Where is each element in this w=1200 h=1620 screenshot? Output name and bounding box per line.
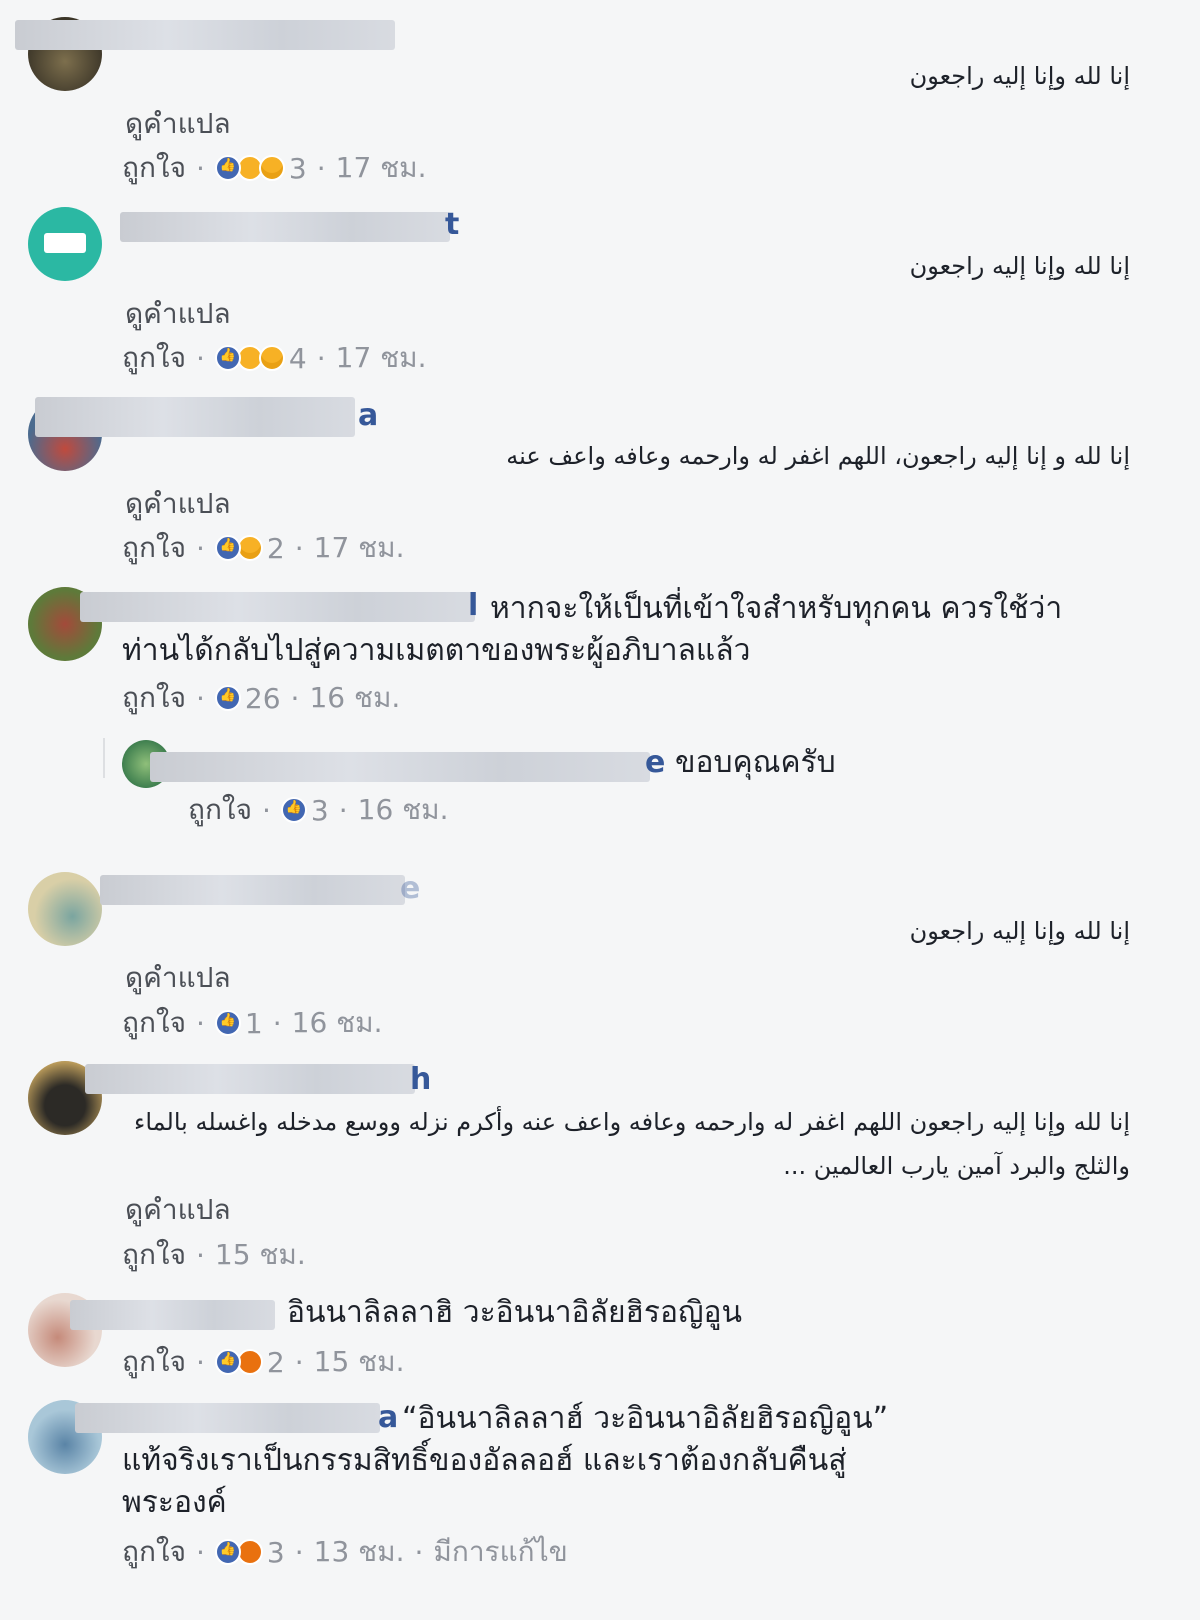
like-reaction-icon — [280, 797, 307, 823]
see-translation-link[interactable]: ดูคำแปล — [125, 1188, 231, 1232]
comment-text: “อินนาลิลลาฮ์ วะอินนาอิลัยฮิรอญิอูน” แท้… — [122, 1401, 889, 1520]
reactions-summary[interactable] — [214, 1010, 241, 1036]
commenter-name[interactable] — [15, 20, 395, 50]
comment-text: إنا لله وإنا إليه راجعون — [909, 917, 1130, 945]
avatar[interactable] — [28, 872, 102, 946]
commenter-name[interactable] — [85, 1064, 415, 1094]
reaction-count[interactable]: 3 — [289, 152, 307, 185]
comment-actions: ถูกใจ · 2 · 17 ชม. — [122, 526, 405, 570]
reaction-count[interactable]: 2 — [267, 532, 285, 565]
commenter-name-tail[interactable]: h — [410, 1062, 431, 1097]
comment-text: إنا لله وإنا إليه راجعون — [909, 252, 1130, 280]
like-reaction-icon — [214, 1539, 241, 1565]
like-reaction-icon — [214, 345, 241, 371]
like-button[interactable]: ถูกใจ — [122, 1233, 186, 1277]
commenter-name[interactable] — [120, 212, 450, 242]
commenter-name[interactable] — [35, 397, 355, 437]
comment-actions: ถูกใจ · 26 · 16 ชม. — [122, 676, 400, 720]
comment-text: อินนาลิลลาฮิ วะอินนาอิลัยฮิรอญิอูน — [287, 1295, 743, 1330]
timestamp[interactable]: 16 ชม. — [309, 676, 400, 720]
reactions-summary[interactable] — [214, 685, 241, 711]
reply-thread-line — [103, 738, 105, 778]
like-button[interactable]: ถูกใจ — [122, 1340, 186, 1384]
like-reaction-icon — [214, 1010, 241, 1036]
comment-text: หากจะให้เป็นที่เข้าใจสำหรับทุกคน ควรใช้ว… — [122, 591, 1063, 668]
comment-text: إنا لله و إنا إليه راجعون، اللهم اغفر له… — [506, 442, 1130, 470]
reactions-summary[interactable] — [280, 797, 307, 823]
timestamp[interactable]: 15 ชม. — [314, 1340, 405, 1384]
reply-name[interactable] — [150, 752, 650, 782]
see-translation-link[interactable]: ดูคำแปล — [125, 482, 231, 526]
reactions-summary[interactable] — [214, 1349, 263, 1375]
commenter-name-tail[interactable]: a — [358, 398, 378, 433]
reply-actions: ถูกใจ · 3 · 16 ชม. — [188, 788, 449, 832]
comment-text: إنا لله وإنا إليه راجعون — [909, 62, 1130, 90]
commenter-name[interactable] — [70, 1300, 275, 1330]
commenter-name-tail[interactable]: e — [400, 871, 420, 906]
commenter-name-tail[interactable]: t — [445, 207, 459, 242]
like-button[interactable]: ถูกใจ — [188, 788, 252, 832]
commenter-name[interactable] — [100, 875, 405, 905]
comment-actions: ถูกใจ · 1 · 16 ชม. — [122, 1001, 383, 1045]
like-button[interactable]: ถูกใจ — [122, 1001, 186, 1045]
like-button[interactable]: ถูกใจ — [122, 526, 186, 570]
timestamp[interactable]: 16 ชม. — [358, 788, 449, 832]
reactions-summary[interactable] — [214, 155, 285, 181]
like-button[interactable]: ถูกใจ — [122, 1530, 186, 1574]
timestamp[interactable]: 17 ชม. — [336, 336, 427, 380]
comment-actions: ถูกใจ · 4 · 17 ชม. — [122, 336, 427, 380]
timestamp[interactable]: 16 ชม. — [292, 1001, 383, 1045]
reaction-count[interactable]: 4 — [289, 342, 307, 375]
timestamp[interactable]: 15 ชม. — [215, 1233, 306, 1277]
timestamp[interactable]: 17 ชม. — [314, 526, 405, 570]
see-translation-link[interactable]: ดูคำแปล — [125, 292, 231, 336]
comment-text: إنا لله وإنا إليه راجعون اللهم اغفر له و… — [134, 1108, 1130, 1180]
sad-reaction-icon — [258, 155, 285, 181]
comment-actions: ถูกใจ · 15 ชม. — [122, 1233, 306, 1277]
reaction-count[interactable]: 1 — [245, 1007, 263, 1040]
reply-text: ขอบคุณครับ — [675, 745, 836, 780]
like-button[interactable]: ถูกใจ — [122, 146, 186, 190]
reaction-count[interactable]: 3 — [311, 794, 329, 827]
comment-actions: ถูกใจ · 2 · 15 ชม. — [122, 1340, 405, 1384]
comment-actions: ถูกใจ · 3 · 13 ชม. · มีการแก้ไข — [122, 1530, 568, 1574]
timestamp[interactable]: 13 ชม. — [314, 1530, 405, 1574]
reactions-summary[interactable] — [214, 535, 263, 561]
comment-actions: ถูกใจ · 3 · 17 ชม. — [122, 146, 427, 190]
timestamp[interactable]: 17 ชม. — [336, 146, 427, 190]
reactions-summary[interactable] — [214, 345, 285, 371]
reactions-summary[interactable] — [214, 1539, 263, 1565]
sad-reaction-icon — [258, 345, 285, 371]
like-reaction-icon — [214, 685, 241, 711]
like-reaction-icon — [214, 155, 241, 181]
edited-indicator[interactable]: มีการแก้ไข — [433, 1530, 567, 1574]
reaction-count[interactable]: 2 — [267, 1346, 285, 1379]
reaction-count[interactable]: 26 — [245, 682, 281, 715]
like-reaction-icon — [214, 1349, 241, 1375]
see-translation-link[interactable]: ดูคำแปล — [125, 102, 231, 146]
avatar[interactable] — [28, 207, 102, 281]
reply-name-tail[interactable]: e — [645, 745, 665, 780]
like-button[interactable]: ถูกใจ — [122, 336, 186, 380]
like-reaction-icon — [214, 535, 241, 561]
see-translation-link[interactable]: ดูคำแปล — [125, 956, 231, 1000]
like-button[interactable]: ถูกใจ — [122, 676, 186, 720]
reaction-count[interactable]: 3 — [267, 1536, 285, 1569]
